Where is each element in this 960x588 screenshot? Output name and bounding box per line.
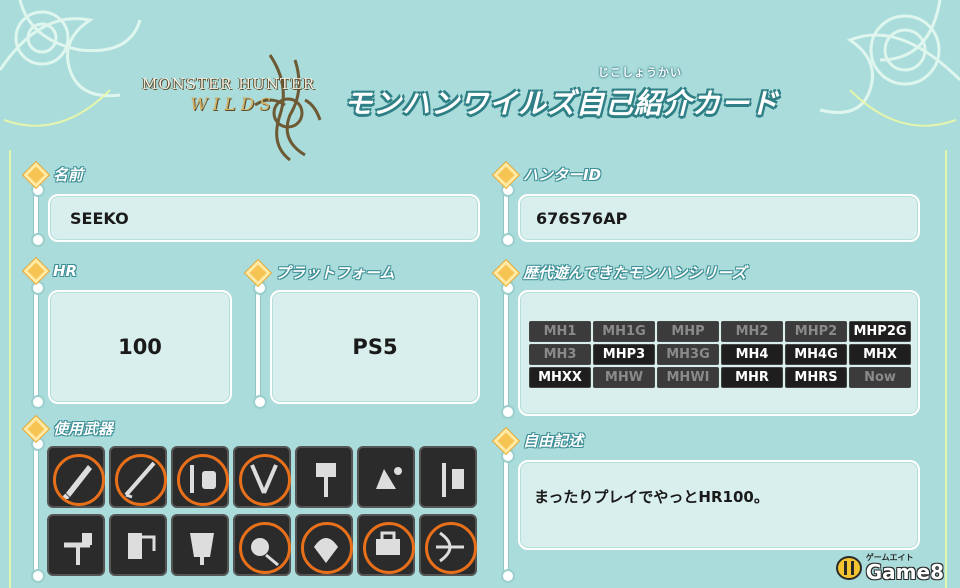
switch-axe-icon: [128, 533, 156, 559]
dual-blades-tile[interactable]: [233, 446, 291, 508]
series-badge-mhxx[interactable]: MHXX: [529, 367, 591, 388]
diamond-icon: [493, 161, 519, 188]
series-badge-now[interactable]: Now: [849, 367, 911, 388]
rail-right-id: [501, 183, 515, 247]
platform-label-text: プラットフォーム: [275, 264, 395, 282]
hr-label: HR: [23, 258, 78, 284]
insect-glaive-tile[interactable]: [233, 514, 291, 576]
series-badge-mh4[interactable]: MH4: [721, 344, 783, 365]
name-field[interactable]: SEEKO: [48, 194, 480, 242]
free-label-text: 自由記述: [523, 432, 584, 450]
heavy-bowgun-tile[interactable]: [357, 514, 415, 576]
name-value: SEEKO: [70, 209, 129, 228]
hr-label-text: HR: [53, 262, 78, 280]
long-sword-icon: [124, 461, 156, 499]
game8-logo: ゲームエイト Game8: [835, 554, 944, 584]
weapons-label: 使用武器: [23, 415, 114, 442]
logo-subtitle: WILDS: [190, 95, 276, 115]
game8-brand: Game8: [865, 560, 944, 584]
diamond-icon: [23, 258, 49, 284]
hr-field[interactable]: 100: [48, 290, 232, 404]
diamond-icon: [493, 259, 519, 286]
gunlance-icon: [64, 533, 92, 565]
dual-blades-icon: [250, 464, 278, 494]
logo-title: MONSTER HUNTER: [142, 75, 316, 93]
name-label: 名前: [23, 161, 84, 188]
series-badge-mh1[interactable]: MH1: [529, 321, 591, 342]
hunter-id-label: ハンターID: [493, 161, 602, 188]
rail-left-hr: [31, 281, 45, 409]
great-sword-icon: [62, 465, 92, 499]
switch-axe-tile[interactable]: [109, 514, 167, 576]
free-text-value: まったりプレイでやっとHR100。: [534, 488, 769, 506]
page-title: モンハンワイルズ自己紹介カード: [344, 87, 780, 120]
lance-tile[interactable]: [419, 446, 477, 508]
free-text-field[interactable]: まったりプレイでやっとHR100。: [518, 460, 920, 550]
series-badge-mhr[interactable]: MHR: [721, 367, 783, 388]
diamond-icon: [23, 415, 49, 442]
series-badge-mhp2[interactable]: MHP2: [785, 321, 847, 342]
lance-icon: [442, 463, 464, 497]
hunting-horn-icon: [376, 467, 402, 489]
diamond-icon: [245, 259, 271, 286]
sword-and-shield-tile[interactable]: [171, 446, 229, 508]
long-sword-tile[interactable]: [109, 446, 167, 508]
rail-platform: [253, 281, 267, 409]
charge-blade-icon: [190, 533, 214, 565]
rail-right-series: [501, 281, 515, 419]
platform-field[interactable]: PS5: [270, 290, 480, 404]
bow-tile[interactable]: [419, 514, 477, 576]
series-badge-mh1g[interactable]: MH1G: [593, 321, 655, 342]
rail-left-weapons: [31, 437, 45, 583]
hammer-tile[interactable]: [295, 446, 353, 508]
series-badge-mhp3[interactable]: MHP3: [593, 344, 655, 365]
bee-mascot-icon: [835, 556, 862, 580]
monster-hunter-wilds-logo: MONSTER HUNTER WILDS: [140, 45, 330, 165]
series-badge-mhw[interactable]: MHW: [593, 367, 655, 388]
series-badge-mhx[interactable]: MHX: [849, 344, 911, 365]
series-label-text: 歴代遊んできたモンハンシリーズ: [523, 264, 747, 282]
insect-glaive-icon: [251, 538, 279, 567]
hr-value: 100: [118, 335, 162, 359]
hunter-id-label-text: ハンターID: [523, 166, 602, 184]
bow-icon: [436, 531, 464, 563]
great-sword-tile[interactable]: [47, 446, 105, 508]
light-bowgun-icon: [314, 538, 338, 563]
rail-right-free: [501, 449, 515, 583]
series-badge-mhwi[interactable]: MHWI: [657, 367, 719, 388]
gunlance-tile[interactable]: [47, 514, 105, 576]
series-grid: MH1 MH1G MHP MH2 MHP2 MHP2G MH3 MHP3 MH3G MH4 MH4G…: [529, 321, 911, 388]
weapon-grid: [47, 446, 477, 576]
series-badge-mh3[interactable]: MH3: [529, 344, 591, 365]
diamond-icon: [493, 427, 519, 454]
diamond-icon: [23, 161, 49, 188]
free-label: 自由記述: [493, 427, 584, 454]
name-label-text: 名前: [53, 166, 84, 184]
hunter-id-value: 676S76AP: [536, 209, 628, 228]
series-label: 歴代遊んできたモンハンシリーズ: [493, 259, 747, 286]
title-ruby: じこしょうかい: [598, 66, 682, 79]
weapons-label-text: 使用武器: [53, 420, 114, 438]
platform-label: プラットフォーム: [245, 259, 395, 286]
series-badge-mhp[interactable]: MHP: [657, 321, 719, 342]
hunting-horn-tile[interactable]: [357, 446, 415, 508]
rail-left-top: [31, 183, 45, 247]
sword-and-shield-icon: [190, 465, 216, 493]
hunter-id-field[interactable]: 676S76AP: [518, 194, 920, 242]
series-badge-mh2[interactable]: MH2: [721, 321, 783, 342]
light-bowgun-tile[interactable]: [295, 514, 353, 576]
series-badge-mh3g[interactable]: MH3G: [657, 344, 719, 365]
series-badge-mh4g[interactable]: MH4G: [785, 344, 847, 365]
series-badge-mhp2g[interactable]: MHP2G: [849, 321, 911, 342]
heavy-bowgun-icon: [376, 531, 400, 555]
charge-blade-tile[interactable]: [171, 514, 229, 576]
series-badge-mhrs[interactable]: MHRS: [785, 367, 847, 388]
platform-value: PS5: [352, 335, 398, 359]
hammer-icon: [316, 463, 336, 497]
